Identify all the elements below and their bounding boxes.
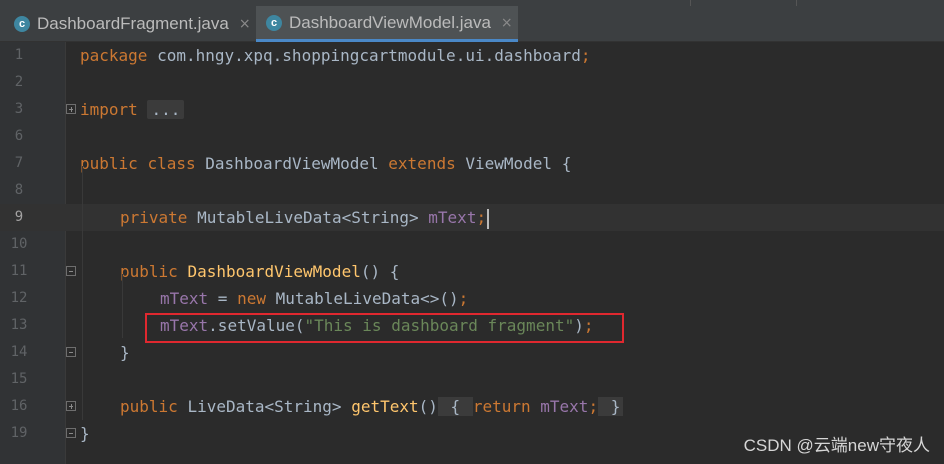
line-number: 7 (14, 155, 24, 171)
expand-fold-icon[interactable] (66, 401, 76, 411)
code-line[interactable]: 10 (0, 231, 944, 258)
line-number: 1 (14, 47, 24, 63)
tab-dashboard-fragment[interactable]: c DashboardFragment.java × (6, 6, 254, 42)
code-text: package com.hngy.xpq.shoppingcartmodule.… (80, 46, 591, 65)
highlight-box (145, 313, 624, 343)
indent-guide (82, 166, 83, 420)
code-text: import ... (80, 96, 185, 123)
code-line[interactable]: 3 import ... (0, 96, 944, 123)
line-number: 9 (14, 209, 24, 225)
expand-fold-icon[interactable] (66, 104, 76, 114)
code-line[interactable]: 12 mText = new MutableLiveData<>(); (0, 285, 944, 312)
line-number: 14 (10, 344, 28, 360)
code-text: public class DashboardViewModel extends … (80, 154, 572, 173)
tab-bar-separators (684, 0, 944, 6)
code-text: mText = new MutableLiveData<>(); (160, 289, 469, 308)
code-line[interactable]: 8 (0, 177, 944, 204)
collapse-fold-icon[interactable] (66, 428, 76, 438)
current-code-line[interactable]: 9 private MutableLiveData<String> mText; (0, 204, 944, 231)
close-icon[interactable]: × (239, 16, 251, 32)
code-line[interactable]: 1 package com.hngy.xpq.shoppingcartmodul… (0, 42, 944, 69)
code-text: } (80, 424, 90, 443)
line-number: 16 (10, 398, 28, 414)
collapse-fold-icon[interactable] (66, 266, 76, 276)
code-line[interactable]: 14 } (0, 339, 944, 366)
line-number: 19 (10, 425, 28, 441)
line-number: 3 (14, 101, 24, 117)
class-icon: c (14, 16, 30, 32)
code-line[interactable]: 16 public LiveData<String> getText() { r… (0, 393, 944, 420)
line-number: 6 (14, 128, 24, 144)
code-text: public LiveData<String> getText() { retu… (120, 393, 624, 420)
text-caret (487, 208, 490, 229)
tab-dashboard-view-model[interactable]: c DashboardViewModel.java × (256, 6, 518, 42)
line-number: 11 (10, 263, 28, 279)
collapse-fold-icon[interactable] (66, 347, 76, 357)
watermark: CSDN @云端new守夜人 (743, 436, 930, 455)
code-line[interactable]: 2 (0, 69, 944, 96)
tab-label: DashboardViewModel.java (289, 12, 491, 32)
line-number: 13 (10, 317, 28, 333)
code-line[interactable]: 6 (0, 123, 944, 150)
folded-imports[interactable]: ... (147, 100, 185, 119)
code-editor[interactable]: 1 package com.hngy.xpq.shoppingcartmodul… (0, 42, 944, 464)
line-number: 2 (14, 74, 24, 90)
code-text: public DashboardViewModel() { (120, 262, 400, 281)
line-number: 8 (14, 182, 24, 198)
code-line[interactable]: 15 (0, 366, 944, 393)
code-line[interactable]: 7 public class DashboardViewModel extend… (0, 150, 944, 177)
close-icon[interactable]: × (501, 15, 513, 31)
code-text: private MutableLiveData<String> mText; (120, 204, 490, 231)
editor-tab-bar: c DashboardFragment.java × c DashboardVi… (0, 0, 944, 42)
indent-guide (122, 274, 123, 338)
line-number: 12 (10, 290, 28, 306)
code-line[interactable]: 11 public DashboardViewModel() { (0, 258, 944, 285)
line-number: 15 (10, 371, 28, 387)
line-number: 10 (10, 236, 28, 252)
tab-label: DashboardFragment.java (37, 14, 229, 33)
class-icon: c (266, 14, 282, 31)
code-text: } (120, 343, 130, 362)
